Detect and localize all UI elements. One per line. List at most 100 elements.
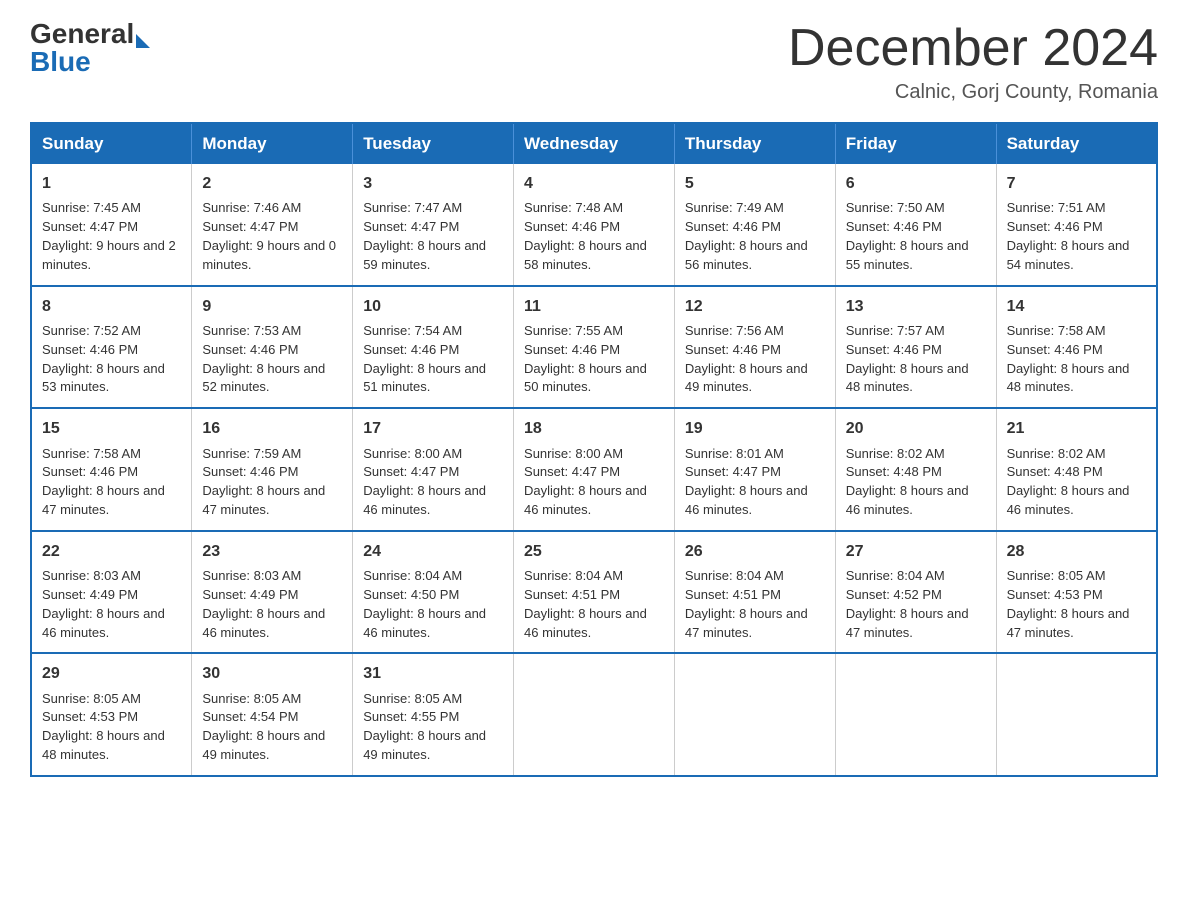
- day-number: 18: [524, 417, 664, 440]
- day-cell: 16Sunrise: 7:59 AMSunset: 4:46 PMDayligh…: [192, 408, 353, 531]
- day-cell: [674, 653, 835, 776]
- day-cell: 5 Sunrise: 7:49 AMSunset: 4:46 PMDaylight…: [674, 164, 835, 286]
- day-cell: 1 Sunrise: 7:45 AMSunset: 4:47 PMDaylight…: [31, 164, 192, 286]
- day-info: Sunrise: 8:05 AMSunset: 4:53 PMDaylight:…: [1007, 568, 1130, 640]
- day-info: Sunrise: 8:01 AMSunset: 4:47 PMDaylight:…: [685, 446, 808, 518]
- day-number: 17: [363, 417, 503, 440]
- day-info: Sunrise: 7:58 AMSunset: 4:46 PMDaylight:…: [42, 446, 165, 518]
- day-number: 31: [363, 662, 503, 685]
- day-number: 5: [685, 172, 825, 195]
- day-cell: 23 Sunrise: 8:03 AMSunset: 4:49 PMDayligh…: [192, 531, 353, 654]
- day-cell: 13Sunrise: 7:57 AMSunset: 4:46 PMDayligh…: [835, 286, 996, 409]
- day-cell: 24 Sunrise: 8:04 AMSunset: 4:50 PMDayligh…: [353, 531, 514, 654]
- day-number: 26: [685, 540, 825, 563]
- header: General Blue December 2024 Calnic, Gorj …: [30, 20, 1158, 104]
- day-info: Sunrise: 7:57 AMSunset: 4:46 PMDaylight:…: [846, 323, 969, 395]
- col-friday: Friday: [835, 123, 996, 164]
- day-cell: 19 Sunrise: 8:01 AMSunset: 4:47 PMDayligh…: [674, 408, 835, 531]
- week-row-2: 8 Sunrise: 7:52 AMSunset: 4:46 PMDaylight…: [31, 286, 1157, 409]
- day-cell: 17 Sunrise: 8:00 AMSunset: 4:47 PMDayligh…: [353, 408, 514, 531]
- day-number: 14: [1007, 295, 1146, 318]
- week-row-1: 1 Sunrise: 7:45 AMSunset: 4:47 PMDaylight…: [31, 164, 1157, 286]
- week-row-3: 15 Sunrise: 7:58 AMSunset: 4:46 PMDayligh…: [31, 408, 1157, 531]
- day-info: Sunrise: 8:00 AMSunset: 4:47 PMDaylight:…: [363, 446, 486, 518]
- day-cell: [996, 653, 1157, 776]
- day-cell: 8 Sunrise: 7:52 AMSunset: 4:46 PMDaylight…: [31, 286, 192, 409]
- day-info: Sunrise: 7:46 AMSunset: 4:47 PMDaylight:…: [202, 200, 336, 272]
- day-info: Sunrise: 8:03 AMSunset: 4:49 PMDaylight:…: [202, 568, 325, 640]
- day-cell: 6 Sunrise: 7:50 AMSunset: 4:46 PMDaylight…: [835, 164, 996, 286]
- title-block: December 2024 Calnic, Gorj County, Roman…: [788, 20, 1158, 104]
- day-number: 6: [846, 172, 986, 195]
- day-info: Sunrise: 7:55 AMSunset: 4:46 PMDaylight:…: [524, 323, 647, 395]
- day-cell: 11 Sunrise: 7:55 AMSunset: 4:46 PMDayligh…: [514, 286, 675, 409]
- day-cell: 12 Sunrise: 7:56 AMSunset: 4:46 PMDayligh…: [674, 286, 835, 409]
- day-cell: 7 Sunrise: 7:51 AMSunset: 4:46 PMDaylight…: [996, 164, 1157, 286]
- page: General Blue December 2024 Calnic, Gorj …: [0, 0, 1188, 807]
- day-cell: [835, 653, 996, 776]
- day-cell: 15 Sunrise: 7:58 AMSunset: 4:46 PMDayligh…: [31, 408, 192, 531]
- day-info: Sunrise: 8:02 AMSunset: 4:48 PMDaylight:…: [846, 446, 969, 518]
- day-cell: 2Sunrise: 7:46 AMSunset: 4:47 PMDaylight…: [192, 164, 353, 286]
- day-number: 23: [202, 540, 342, 563]
- day-cell: 20 Sunrise: 8:02 AMSunset: 4:48 PMDayligh…: [835, 408, 996, 531]
- day-cell: 18Sunrise: 8:00 AMSunset: 4:47 PMDayligh…: [514, 408, 675, 531]
- col-sunday: Sunday: [31, 123, 192, 164]
- day-number: 10: [363, 295, 503, 318]
- day-info: Sunrise: 8:04 AMSunset: 4:51 PMDaylight:…: [524, 568, 647, 640]
- day-number: 12: [685, 295, 825, 318]
- day-info: Sunrise: 7:56 AMSunset: 4:46 PMDaylight:…: [685, 323, 808, 395]
- day-info: Sunrise: 8:02 AMSunset: 4:48 PMDaylight:…: [1007, 446, 1130, 518]
- day-number: 22: [42, 540, 181, 563]
- day-info: Sunrise: 8:05 AMSunset: 4:54 PMDaylight:…: [202, 691, 325, 763]
- day-cell: 22Sunrise: 8:03 AMSunset: 4:49 PMDayligh…: [31, 531, 192, 654]
- day-cell: [514, 653, 675, 776]
- day-number: 19: [685, 417, 825, 440]
- day-cell: 14 Sunrise: 7:58 AMSunset: 4:46 PMDayligh…: [996, 286, 1157, 409]
- day-cell: 10 Sunrise: 7:54 AMSunset: 4:46 PMDayligh…: [353, 286, 514, 409]
- day-info: Sunrise: 7:58 AMSunset: 4:46 PMDaylight:…: [1007, 323, 1130, 395]
- day-info: Sunrise: 7:50 AMSunset: 4:46 PMDaylight:…: [846, 200, 969, 272]
- day-info: Sunrise: 7:54 AMSunset: 4:46 PMDaylight:…: [363, 323, 486, 395]
- day-number: 29: [42, 662, 181, 685]
- day-number: 25: [524, 540, 664, 563]
- day-cell: 29Sunrise: 8:05 AMSunset: 4:53 PMDayligh…: [31, 653, 192, 776]
- day-number: 24: [363, 540, 503, 563]
- day-number: 3: [363, 172, 503, 195]
- day-cell: 3 Sunrise: 7:47 AMSunset: 4:47 PMDaylight…: [353, 164, 514, 286]
- day-info: Sunrise: 7:51 AMSunset: 4:46 PMDaylight:…: [1007, 200, 1130, 272]
- day-number: 7: [1007, 172, 1146, 195]
- logo: General Blue: [30, 20, 150, 76]
- day-info: Sunrise: 8:05 AMSunset: 4:55 PMDaylight:…: [363, 691, 486, 763]
- col-monday: Monday: [192, 123, 353, 164]
- logo-general-text: General: [30, 20, 134, 48]
- calendar-table: Sunday Monday Tuesday Wednesday Thursday…: [30, 122, 1158, 777]
- day-info: Sunrise: 7:49 AMSunset: 4:46 PMDaylight:…: [685, 200, 808, 272]
- col-saturday: Saturday: [996, 123, 1157, 164]
- day-number: 15: [42, 417, 181, 440]
- day-number: 27: [846, 540, 986, 563]
- day-info: Sunrise: 8:04 AMSunset: 4:50 PMDaylight:…: [363, 568, 486, 640]
- day-cell: 31 Sunrise: 8:05 AMSunset: 4:55 PMDayligh…: [353, 653, 514, 776]
- day-number: 9: [202, 295, 342, 318]
- day-number: 8: [42, 295, 181, 318]
- day-number: 20: [846, 417, 986, 440]
- calendar-title: December 2024: [788, 20, 1158, 77]
- day-number: 28: [1007, 540, 1146, 563]
- day-info: Sunrise: 7:45 AMSunset: 4:47 PMDaylight:…: [42, 200, 176, 272]
- week-row-5: 29Sunrise: 8:05 AMSunset: 4:53 PMDayligh…: [31, 653, 1157, 776]
- day-number: 11: [524, 295, 664, 318]
- week-row-4: 22 Sunrise: 8:03 AMSunset: 4:49 PMDayligh…: [31, 531, 1157, 654]
- day-cell: 28 Sunrise: 8:05 AMSunset: 4:53 PMDayligh…: [996, 531, 1157, 654]
- day-number: 21: [1007, 417, 1146, 440]
- day-info: Sunrise: 8:04 AMSunset: 4:52 PMDaylight:…: [846, 568, 969, 640]
- col-thursday: Thursday: [674, 123, 835, 164]
- day-info: Sunrise: 7:52 AMSunset: 4:46 PMDaylight:…: [42, 323, 165, 395]
- day-cell: 21 Sunrise: 8:02 AMSunset: 4:48 PMDayligh…: [996, 408, 1157, 531]
- day-number: 1: [42, 172, 181, 195]
- day-number: 4: [524, 172, 664, 195]
- day-number: 30: [202, 662, 342, 685]
- day-info: Sunrise: 8:04 AMSunset: 4:51 PMDaylight:…: [685, 568, 808, 640]
- day-info: Sunrise: 7:47 AMSunset: 4:47 PMDaylight:…: [363, 200, 486, 272]
- day-number: 16: [202, 417, 342, 440]
